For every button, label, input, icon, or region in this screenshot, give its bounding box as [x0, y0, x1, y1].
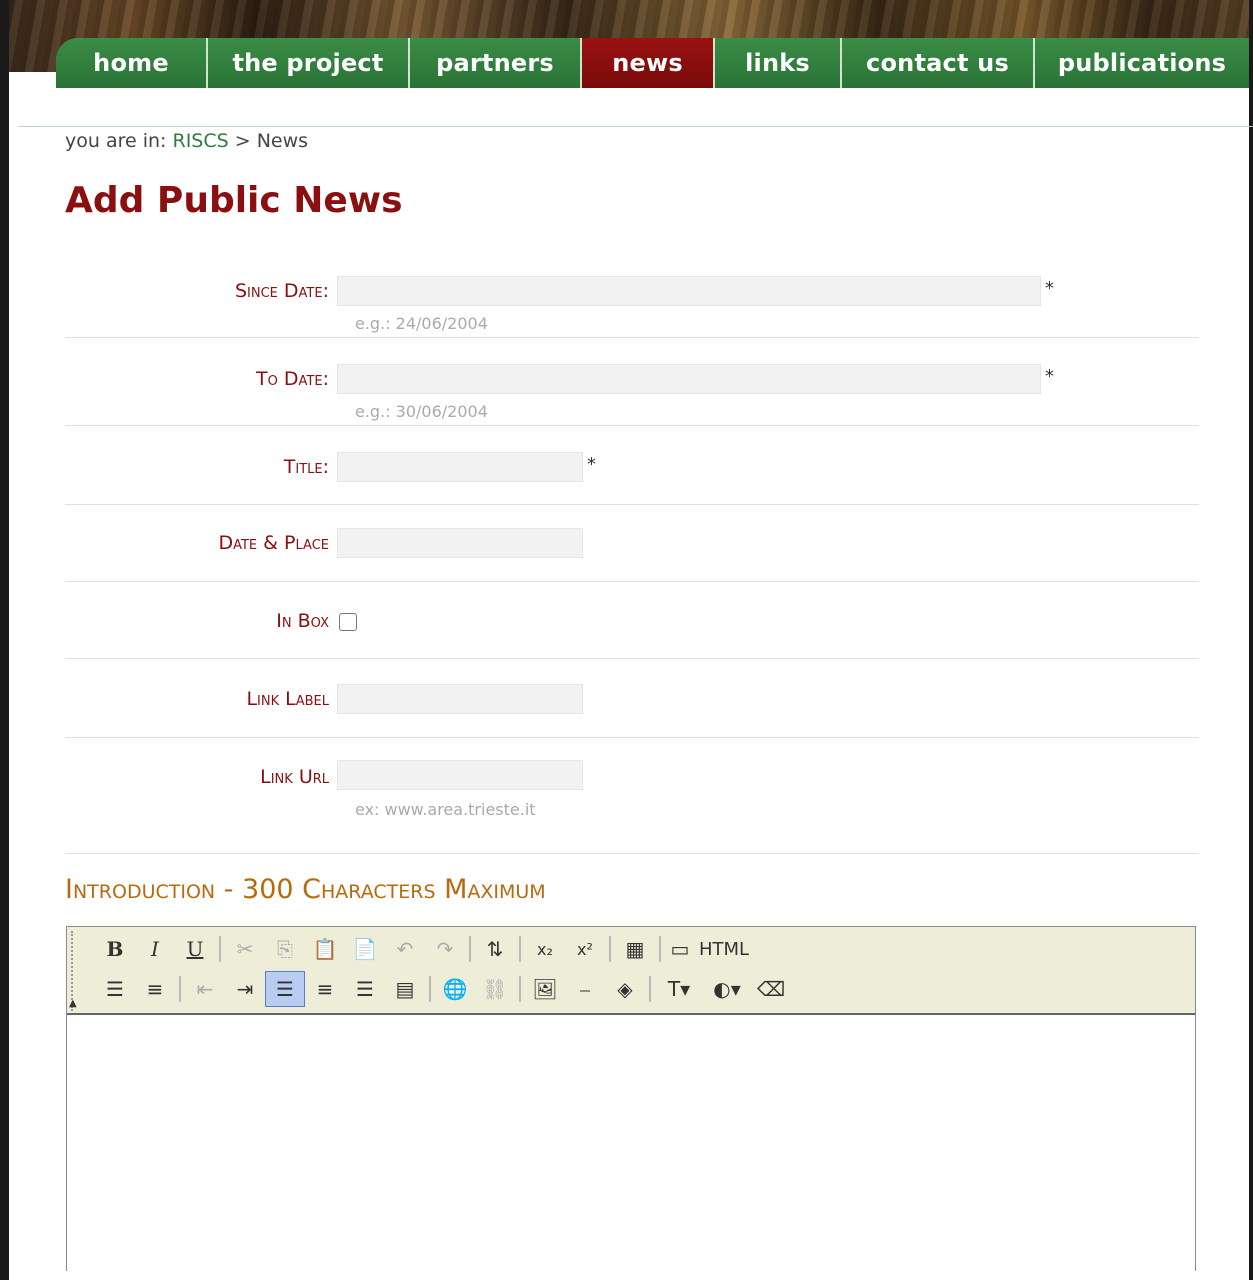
paste-text-icon[interactable]: 📄	[345, 931, 385, 967]
nav-item-publications[interactable]: publications	[1035, 38, 1249, 88]
breadcrumb: you are in: RISCS > News	[65, 130, 308, 152]
nav-item-news[interactable]: news	[582, 38, 715, 88]
form-row-title: Title: *	[65, 446, 1199, 505]
toolbar-separator	[519, 936, 521, 962]
rich-text-editor: ▲ B I U ✂ ⎘ 📋 📄 ↶ ↷ ⇅ x₂ x² ▦ ▭ HTML ☰ ≡…	[66, 926, 1196, 1271]
introduction-heading: Introduction - 300 Characters Maximum	[65, 874, 546, 905]
title-required-mark: *	[587, 454, 596, 475]
html-source-icon[interactable]: ▭	[665, 931, 695, 967]
table-icon[interactable]: ▦	[615, 931, 655, 967]
insert-link-icon[interactable]: 🌐	[435, 971, 475, 1007]
in-box-checkbox[interactable]	[339, 613, 357, 631]
form-row-link-label: Link Label	[65, 678, 1199, 738]
to-date-field[interactable]	[337, 364, 1041, 394]
toolbar-collapse-icon[interactable]: ▲	[69, 998, 77, 1009]
align-left-icon[interactable]: ☰	[265, 971, 305, 1007]
page-title: Add Public News	[65, 180, 403, 221]
toolbar-separator	[519, 976, 521, 1002]
form-row-date-place: Date & Place	[65, 522, 1199, 582]
nav-item-contact-us[interactable]: contact us	[842, 38, 1035, 88]
breadcrumb-link-riscs[interactable]: RISCS	[173, 130, 229, 152]
to-date-required-mark: *	[1045, 366, 1054, 387]
toolbar-separator	[649, 976, 651, 1002]
link-url-label: Link Url	[260, 766, 329, 788]
breadcrumb-separator: >	[234, 130, 251, 152]
toolbar-separator	[219, 936, 221, 962]
date-place-label: Date & Place	[218, 532, 329, 554]
date-place-field[interactable]	[337, 528, 583, 558]
toolbar-separator	[609, 936, 611, 962]
title-label: Title:	[283, 456, 329, 478]
form-row-link-url: Link Url ex: www.area.trieste.it	[65, 754, 1199, 854]
header-divider	[18, 126, 1253, 127]
since-date-field[interactable]	[337, 276, 1041, 306]
undo-icon[interactable]: ↶	[385, 931, 425, 967]
align-right-icon[interactable]: ☰	[345, 971, 385, 1007]
nav-item-partners[interactable]: partners	[410, 38, 582, 88]
in-box-label: In Box	[276, 610, 329, 632]
editor-content-area[interactable]	[67, 1015, 1195, 1271]
editor-toolbar: ▲ B I U ✂ ⎘ 📋 📄 ↶ ↷ ⇅ x₂ x² ▦ ▭ HTML ☰ ≡…	[67, 927, 1195, 1015]
underline-icon[interactable]: U	[175, 931, 215, 967]
insert-media-icon[interactable]: ◈	[605, 971, 645, 1007]
form-row-to-date: To Date: * e.g.: 30/06/2004	[65, 358, 1199, 426]
superscript-icon[interactable]: x²	[565, 931, 605, 967]
breadcrumb-prefix: you are in:	[65, 130, 167, 152]
unordered-list-icon[interactable]: ≡	[135, 971, 175, 1007]
link-url-hint: ex: www.area.trieste.it	[355, 800, 536, 819]
italic-icon[interactable]: I	[135, 931, 175, 967]
toolbar-separator	[469, 936, 471, 962]
paste-icon[interactable]: 📋	[305, 931, 345, 967]
clear-format-icon[interactable]: ⌫	[751, 971, 791, 1007]
html-source-label[interactable]: HTML	[699, 939, 749, 960]
find-replace-icon[interactable]: ⇅	[475, 931, 515, 967]
nav-item-home[interactable]: home	[56, 38, 208, 88]
form-row-in-box: In Box	[65, 600, 1199, 659]
text-color-icon[interactable]: T▾	[655, 971, 703, 1007]
title-field[interactable]	[337, 452, 583, 482]
redo-icon[interactable]: ↷	[425, 931, 465, 967]
outdent-icon[interactable]: ⇤	[185, 971, 225, 1007]
since-date-label: Since Date:	[234, 280, 329, 302]
justify-icon[interactable]: ▤	[385, 971, 425, 1007]
since-date-required-mark: *	[1045, 278, 1054, 299]
to-date-hint: e.g.: 30/06/2004	[355, 402, 488, 421]
link-label-label: Link Label	[246, 688, 329, 710]
toolbar-separator	[179, 976, 181, 1002]
toolbar-separator	[659, 936, 661, 962]
align-center-icon[interactable]: ≡	[305, 971, 345, 1007]
since-date-hint: e.g.: 24/06/2004	[355, 314, 488, 333]
ordered-list-icon[interactable]: ☰	[95, 971, 135, 1007]
form-row-since-date: Since Date: * e.g.: 24/06/2004	[65, 270, 1199, 338]
page-frame: home the project partners news links con…	[0, 0, 1253, 1280]
copy-icon[interactable]: ⎘	[265, 931, 305, 967]
bold-icon[interactable]: B	[95, 931, 135, 967]
cut-icon[interactable]: ✂	[225, 931, 265, 967]
background-color-icon[interactable]: ◐▾	[703, 971, 751, 1007]
link-url-field[interactable]	[337, 760, 583, 790]
link-label-field[interactable]	[337, 684, 583, 714]
nav-item-links[interactable]: links	[715, 38, 842, 88]
subscript-icon[interactable]: x₂	[525, 931, 565, 967]
toolbar-separator	[429, 976, 431, 1002]
insert-image-icon[interactable]: 🖼	[525, 971, 565, 1007]
nav-item-the-project[interactable]: the project	[208, 38, 410, 88]
toolbar-row-2: ☰ ≡ ⇤ ⇥ ☰ ≡ ☰ ▤ 🌐 ⛓ 🖼 ⎯ ◈ T▾ ◐▾ ⌫	[95, 971, 791, 1007]
breadcrumb-current: News	[256, 130, 309, 152]
toolbar-row-1: B I U ✂ ⎘ 📋 📄 ↶ ↷ ⇅ x₂ x² ▦ ▭ HTML	[95, 931, 749, 967]
remove-link-icon[interactable]: ⛓	[475, 971, 515, 1007]
horizontal-rule-icon[interactable]: ⎯	[565, 971, 605, 1007]
indent-icon[interactable]: ⇥	[225, 971, 265, 1007]
main-nav: home the project partners news links con…	[56, 38, 1249, 88]
to-date-label: To Date:	[256, 368, 329, 390]
